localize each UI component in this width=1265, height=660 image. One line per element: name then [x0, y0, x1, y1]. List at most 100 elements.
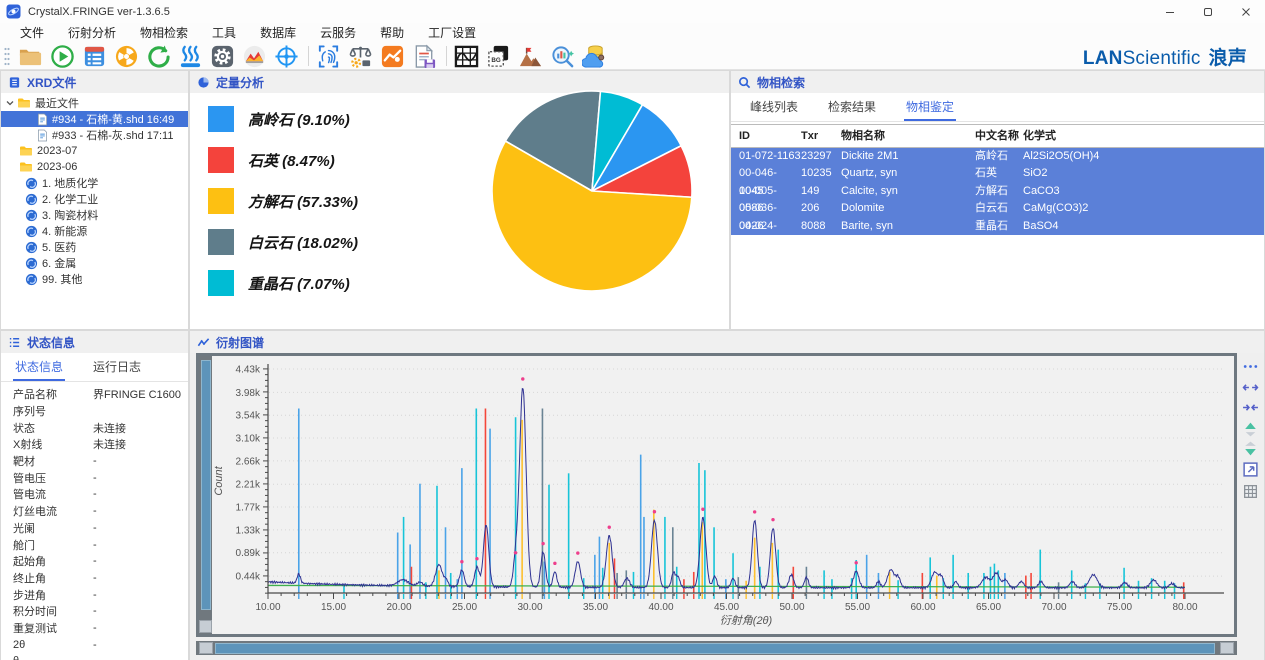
table-row[interactable]: 00-005-0586149Calcite, syn方解石CaCO3 — [731, 183, 1264, 200]
phase-tab-0[interactable]: 峰线列表 — [748, 93, 800, 121]
status-tab-0[interactable]: 状态信息 — [13, 353, 65, 381]
status-row: 2θ- — [1, 636, 188, 653]
menu-item-0[interactable]: 文件 — [8, 23, 56, 43]
tree-item-node[interactable]: 3. 陶瓷材料 — [1, 207, 188, 223]
status-label: 产品名称 — [1, 386, 93, 402]
background-subtract-icon[interactable]: BG — [486, 44, 511, 69]
document-list-icon — [8, 76, 21, 89]
tree-item-node[interactable]: 2023-07 — [1, 143, 188, 159]
shift-down-icon[interactable] — [1242, 440, 1259, 457]
status-value: 界FRINGE C1600 — [93, 386, 188, 402]
chart-horizontal-scrollbar[interactable] — [196, 641, 1237, 655]
fingerprint-scan-icon[interactable] — [316, 44, 341, 69]
status-rows: 产品名称界FRINGE C1600序列号状态未连接X射线未连接靶材-管电压-管电… — [1, 386, 188, 660]
status-row: 靶材- — [1, 453, 188, 470]
grid-view-icon[interactable] — [1242, 483, 1259, 500]
chart-vertical-scrollbar[interactable] — [199, 356, 212, 634]
refresh-icon[interactable] — [146, 44, 171, 69]
status-row: 灯丝电流- — [1, 503, 188, 520]
panel-title: 定量分析 — [216, 74, 264, 91]
status-label: 状态 — [1, 420, 93, 436]
menu-item-4[interactable]: 数据库 — [248, 23, 308, 43]
status-label: 2θ — [1, 639, 93, 651]
menu-item-5[interactable]: 云服务 — [308, 23, 368, 43]
y-tick-label: 3.10k — [236, 434, 261, 445]
status-tab-1[interactable]: 运行日志 — [91, 353, 143, 381]
peak-search-icon[interactable] — [518, 44, 543, 69]
legend-item: 石英 (8.47%) — [208, 147, 358, 173]
column-header: 中文名称 — [975, 125, 1023, 147]
tree-item-file[interactable]: #934 - 石棉-黄.shd 16:49 — [1, 111, 188, 127]
table-cell: Al2Si2O5(OH)4 — [1023, 148, 1155, 165]
menu-item-2[interactable]: 物相检索 — [128, 23, 200, 43]
y-tick-label: 2.21k — [236, 480, 261, 491]
heating-icon[interactable] — [178, 44, 203, 69]
fullscreen-icon[interactable] — [1242, 461, 1259, 478]
x-tick-label: 10.00 — [255, 602, 280, 613]
cloud-category-icon — [25, 241, 38, 254]
tree-item-node[interactable]: 2023-06 — [1, 159, 188, 175]
maximize-button[interactable] — [1189, 0, 1227, 23]
phase-tab-1[interactable]: 检索结果 — [826, 93, 878, 121]
tree-item-node[interactable]: 4. 新能源 — [1, 223, 188, 239]
chart-hscroll-left-button[interactable] — [199, 642, 213, 654]
tree-item-label: 2023-06 — [37, 161, 77, 173]
tree-item-label: 2023-07 — [37, 145, 77, 157]
table-cell: 23297 — [801, 148, 841, 165]
tree-item-node[interactable]: 1. 地质化学 — [1, 175, 188, 191]
tree-item-node[interactable]: 最近文件 — [1, 95, 188, 111]
minimize-button[interactable] — [1151, 0, 1189, 23]
more-dots-icon[interactable] — [1242, 358, 1259, 375]
chart-hscroll-thumb[interactable] — [215, 643, 1215, 654]
settings-gear-icon[interactable] — [210, 44, 235, 69]
run-measurement-icon[interactable] — [50, 44, 75, 69]
x-tick-label: 60.00 — [910, 602, 935, 613]
open-folder-icon[interactable] — [18, 44, 43, 69]
panel-title: 物相检索 — [757, 74, 805, 91]
legend-item: 重晶石 (7.07%) — [208, 270, 358, 296]
table-row[interactable]: 00-046-104510235Quartz, syn石英SiO2 — [731, 165, 1264, 182]
y-tick-label: 4.43k — [236, 365, 261, 376]
menu-item-7[interactable]: 工厂设置 — [416, 23, 488, 43]
area-chart-icon[interactable] — [242, 44, 267, 69]
goniometer-crosshair-icon[interactable] — [274, 44, 299, 69]
menu-item-1[interactable]: 衍射分析 — [56, 23, 128, 43]
shift-up-icon[interactable] — [1242, 421, 1259, 438]
tree-item-node[interactable]: 5. 医药 — [1, 239, 188, 255]
chart-hscroll-right-button[interactable] — [1220, 642, 1234, 654]
status-row: 舱门- — [1, 536, 188, 553]
table-row[interactable]: 01-072-116323297Dickite 2M1高岭石Al2Si2O5(O… — [731, 148, 1264, 165]
tree-item-file[interactable]: #933 - 石棉-灰.shd 17:11 — [1, 127, 188, 143]
menu-item-6[interactable]: 帮助 — [368, 23, 416, 43]
analysis-chart-icon[interactable] — [380, 44, 405, 69]
table-row[interactable]: 00-024-10358088Barite, syn重晶石BaSO4 — [731, 218, 1264, 235]
tree-item-label: 2. 化学工业 — [42, 191, 98, 207]
cloud-database-icon[interactable] — [582, 44, 607, 69]
cloud-category-icon — [25, 225, 38, 238]
xray-radiation-icon[interactable] — [114, 44, 139, 69]
table-cell: 8088 — [801, 218, 841, 253]
status-value: - — [93, 522, 188, 534]
toolbar-grip-icon[interactable] — [3, 45, 11, 67]
tree-item-node[interactable]: 99. 其他 — [1, 271, 188, 287]
table-row[interactable]: 00-036-0426206Dolomite白云石CaMg(CO3)2 — [731, 200, 1264, 217]
chevron-down-icon[interactable] — [5, 98, 15, 108]
y-tick-label: 1.33k — [236, 525, 261, 536]
collapse-horizontal-icon[interactable] — [1242, 399, 1259, 416]
chart-vscroll-button[interactable] — [199, 620, 212, 633]
close-button[interactable] — [1227, 0, 1265, 23]
task-form-icon[interactable] — [82, 44, 107, 69]
tree-item-node[interactable]: 6. 金属 — [1, 255, 188, 271]
chart-vscroll-thumb[interactable] — [201, 360, 211, 610]
save-report-icon[interactable] — [412, 44, 437, 69]
balance-scale-icon[interactable] — [348, 44, 373, 69]
x-tick-label: 40.00 — [648, 602, 673, 613]
spectrum-search-icon[interactable] — [550, 44, 575, 69]
tree-item-label: 4. 新能源 — [42, 223, 87, 239]
phase-table: IDTxr物相名称中文名称化学式01-072-116323297Dickite … — [731, 124, 1264, 235]
tree-item-node[interactable]: 2. 化学工业 — [1, 191, 188, 207]
menu-item-3[interactable]: 工具 — [200, 23, 248, 43]
phase-tab-2[interactable]: 物相鉴定 — [904, 93, 956, 121]
expand-horizontal-icon[interactable] — [1242, 379, 1259, 396]
pattern-grid-icon[interactable] — [454, 44, 479, 69]
